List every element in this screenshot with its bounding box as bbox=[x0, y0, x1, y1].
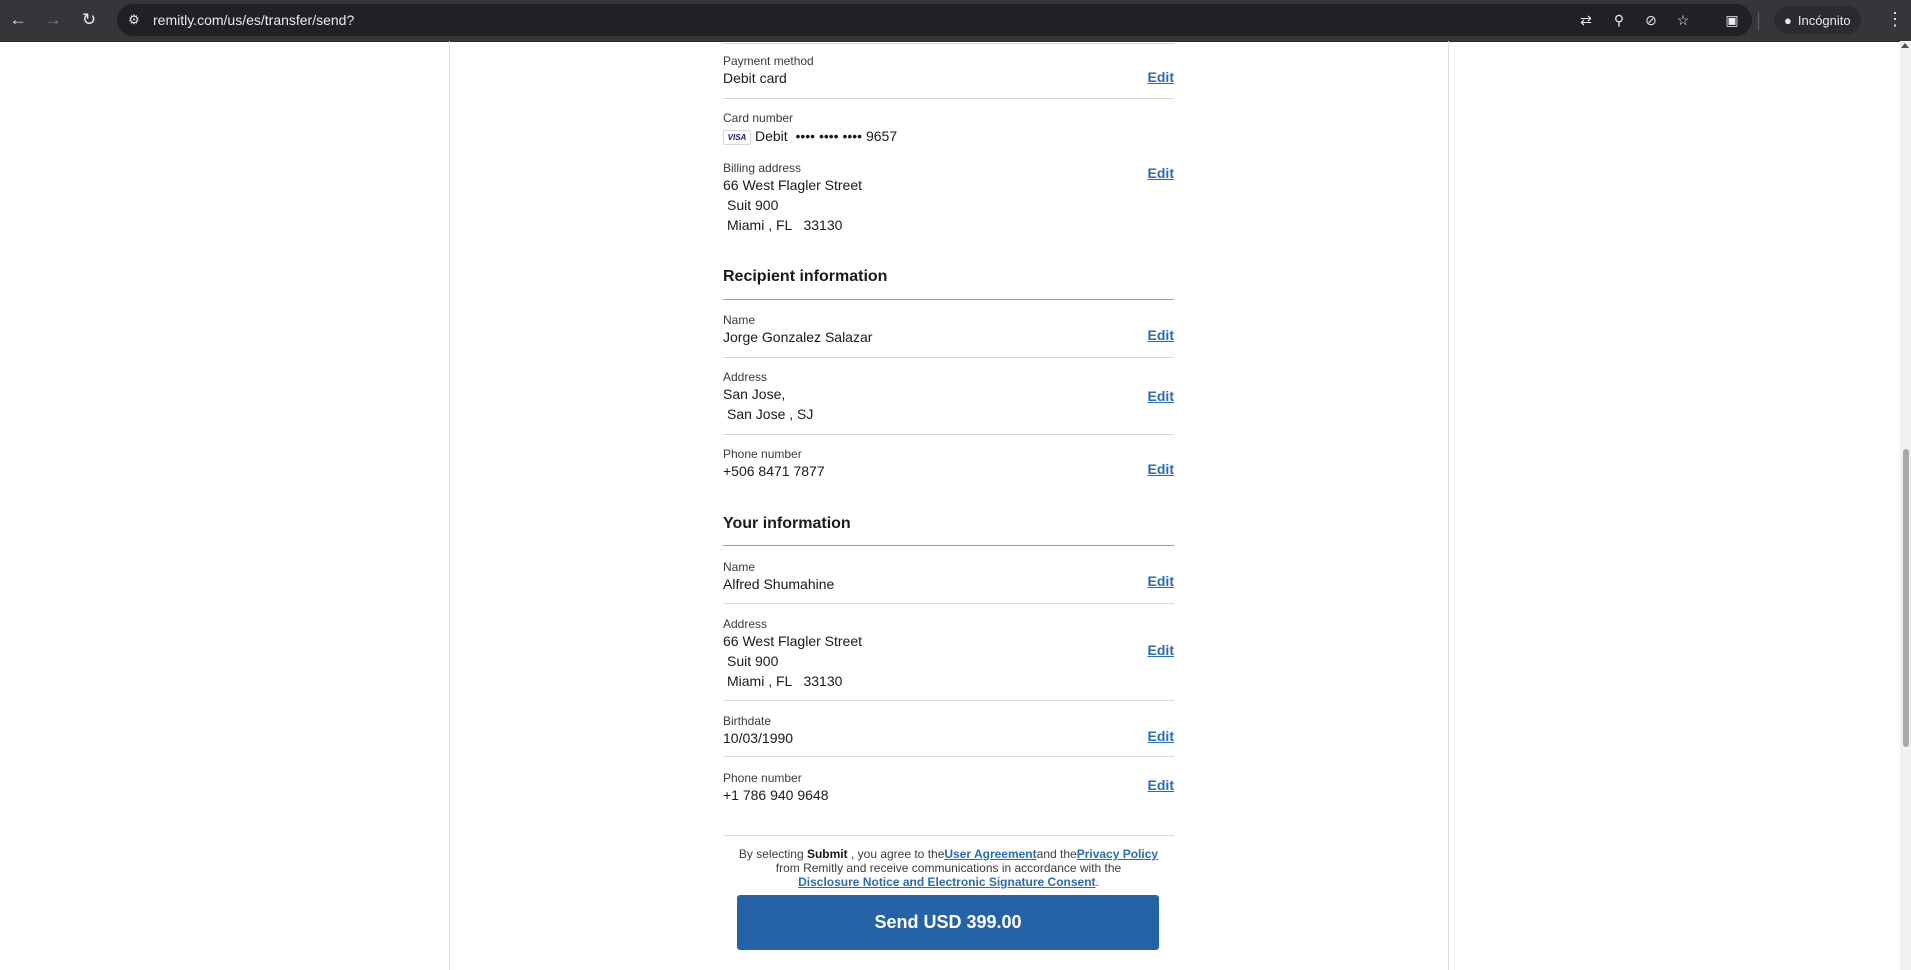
incognito-icon: ● bbox=[1784, 12, 1792, 28]
legal-consent-text: By selecting Submit , you agree to theUs… bbox=[738, 847, 1159, 889]
divider bbox=[723, 357, 1174, 358]
birthdate-row: Birthdate 10/03/1990 Edit bbox=[723, 714, 1174, 754]
payment-method-value: Debit card bbox=[723, 70, 787, 86]
card-number-label: Card number bbox=[723, 111, 794, 125]
your-phone-value: +1 786 940 9648 bbox=[723, 787, 829, 803]
back-icon[interactable]: ← bbox=[7, 9, 29, 31]
divider bbox=[723, 43, 1174, 44]
submit-word: Submit bbox=[806, 847, 848, 861]
section-divider bbox=[723, 545, 1174, 546]
your-phone-row: Phone number +1 786 940 9648 Edit bbox=[723, 771, 1174, 811]
billing-address-row: Billing address 66 West Flagler Street S… bbox=[723, 161, 1174, 233]
billing-line-1: 66 West Flagler Street bbox=[723, 177, 863, 193]
edit-recipient-address-link[interactable]: Edit bbox=[1148, 388, 1174, 404]
edit-your-phone-link[interactable]: Edit bbox=[1148, 777, 1174, 793]
your-address-row: Address 66 West Flagler Street Suit 900 … bbox=[723, 617, 1174, 691]
your-name-value: Alfred Shumahine bbox=[723, 576, 835, 592]
toolbar-separator bbox=[1758, 12, 1759, 30]
recipient-address-line-2: San Jose , SJ bbox=[727, 406, 814, 422]
divider bbox=[723, 603, 1174, 604]
edit-recipient-name-link[interactable]: Edit bbox=[1148, 327, 1174, 343]
forward-icon[interactable]: → bbox=[42, 9, 64, 31]
card-number-value: VISA Debit •••• •••• •••• 9657 bbox=[723, 126, 897, 146]
divider bbox=[723, 835, 1174, 836]
section-divider bbox=[723, 299, 1174, 300]
recipient-name-row: Name Jorge Gonzalez Salazar Edit bbox=[723, 313, 1174, 353]
your-address-label: Address bbox=[723, 617, 768, 631]
your-info-section-title: Your information bbox=[723, 515, 851, 532]
your-name-row: Name Alfred Shumahine Edit bbox=[723, 560, 1174, 600]
recipient-address-line-1: San Jose, bbox=[723, 386, 786, 402]
edit-your-name-link[interactable]: Edit bbox=[1148, 573, 1174, 589]
visa-icon: VISA bbox=[723, 129, 751, 145]
recipient-name-label: Name bbox=[723, 313, 756, 327]
edit-your-address-link[interactable]: Edit bbox=[1148, 642, 1174, 658]
your-phone-label: Phone number bbox=[723, 771, 802, 785]
browser-toolbar: ← → ↻ ⚙ remitly.com/us/es/transfer/send?… bbox=[0, 0, 1911, 42]
menu-icon[interactable]: ⋮ bbox=[1886, 9, 1904, 30]
birthdate-value: 10/03/1990 bbox=[723, 730, 794, 746]
divider bbox=[723, 700, 1174, 701]
your-address-line-1: 66 West Flagler Street bbox=[723, 633, 863, 649]
star-icon[interactable]: ☆ bbox=[1674, 11, 1692, 29]
card-number-row: Card number VISA Debit •••• •••• •••• 965… bbox=[723, 111, 1174, 147]
recipient-phone-row: Phone number +506 8471 7877 Edit bbox=[723, 447, 1174, 487]
recipient-section-title: Recipient information bbox=[723, 268, 888, 285]
scroll-up-icon[interactable] bbox=[1901, 43, 1909, 48]
scroll-thumb[interactable] bbox=[1903, 449, 1909, 747]
eye-off-icon[interactable]: ⊘ bbox=[1642, 11, 1660, 29]
edit-payment-method-link[interactable]: Edit bbox=[1148, 69, 1174, 85]
birthdate-label: Birthdate bbox=[723, 714, 772, 728]
recipient-name-value: Jorge Gonzalez Salazar bbox=[723, 329, 873, 345]
tab-search-icon[interactable]: ▣ bbox=[1723, 11, 1741, 29]
recipient-address-row: Address San Jose, San Jose , SJ Edit bbox=[723, 370, 1174, 426]
recipient-phone-label: Phone number bbox=[723, 447, 802, 461]
recipient-phone-value: +506 8471 7877 bbox=[723, 463, 825, 479]
reload-icon[interactable]: ↻ bbox=[78, 9, 100, 31]
incognito-indicator[interactable]: ● Incógnito bbox=[1774, 6, 1861, 34]
divider bbox=[723, 756, 1174, 757]
site-info-icon[interactable]: ⚙ bbox=[125, 11, 143, 29]
your-address-line-3: Miami , FL 33130 bbox=[727, 673, 843, 689]
your-address-line-2: Suit 900 bbox=[727, 653, 779, 669]
zoom-icon[interactable]: ⚲ bbox=[1610, 11, 1628, 29]
disclosure-notice-link[interactable]: Disclosure Notice and Electronic Signatu… bbox=[798, 875, 1095, 889]
url-text[interactable]: remitly.com/us/es/transfer/send? bbox=[153, 12, 354, 28]
edit-billing-address-link[interactable]: Edit bbox=[1148, 165, 1174, 181]
divider bbox=[723, 98, 1174, 99]
payment-method-label: Payment method bbox=[723, 54, 814, 68]
privacy-policy-link[interactable]: Privacy Policy bbox=[1077, 847, 1158, 861]
billing-line-2: Suit 900 bbox=[727, 197, 779, 213]
billing-line-3: Miami , FL 33130 bbox=[727, 217, 843, 233]
user-agreement-link[interactable]: User Agreement bbox=[944, 847, 1036, 861]
edit-recipient-phone-link[interactable]: Edit bbox=[1148, 461, 1174, 477]
send-button[interactable]: Send USD 399.00 bbox=[737, 895, 1159, 950]
translate-icon[interactable]: ⇄ bbox=[1577, 11, 1595, 29]
billing-address-label: Billing address bbox=[723, 161, 802, 175]
recipient-address-label: Address bbox=[723, 370, 768, 384]
edit-birthdate-link[interactable]: Edit bbox=[1148, 728, 1174, 744]
payment-method-row: Payment method Debit card Edit bbox=[723, 54, 1174, 94]
incognito-label: Incógnito bbox=[1797, 12, 1851, 28]
your-name-label: Name bbox=[723, 560, 756, 574]
divider bbox=[723, 434, 1174, 435]
address-bar[interactable]: ⚙ remitly.com/us/es/transfer/send? bbox=[117, 4, 1752, 36]
scrollbar[interactable] bbox=[1900, 41, 1911, 970]
